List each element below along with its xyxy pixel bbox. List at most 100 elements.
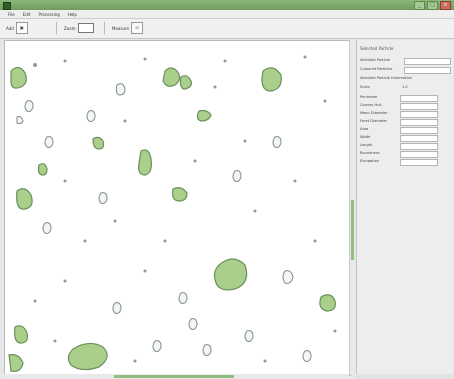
row-label: Mean Diameter (360, 111, 388, 115)
tool-group-measure: Measure ⊡ (112, 22, 143, 34)
particle (202, 344, 212, 356)
menu-bar: File Edit Processing Help (0, 10, 454, 19)
minimize-button[interactable]: _ (414, 1, 425, 10)
mean-diameter-field[interactable] (400, 111, 438, 118)
menu-processing[interactable]: Processing (38, 12, 59, 17)
panel-row: Area (360, 127, 438, 134)
dot (163, 239, 167, 243)
menu-edit[interactable]: Edit (23, 12, 31, 17)
particle (319, 294, 336, 312)
dot (83, 239, 87, 243)
row-label: Coloured Particles (360, 67, 393, 71)
roundness-field[interactable] (400, 151, 438, 158)
particle (213, 258, 248, 291)
close-button[interactable]: × (440, 1, 451, 10)
row-label: Roundness (360, 151, 380, 155)
convex-hull-field[interactable] (400, 103, 438, 110)
properties-panel: Selected Particle Selected Particle Colo… (356, 40, 453, 376)
particle (178, 292, 188, 304)
particle (112, 302, 122, 314)
zoom-field[interactable] (77, 23, 94, 33)
particle (44, 136, 54, 148)
dot (63, 59, 67, 63)
particle-image (8, 55, 337, 372)
dot (133, 359, 137, 363)
panel-row: Convex Hull (360, 103, 438, 110)
selected-particle-field[interactable] (404, 58, 451, 65)
particle (37, 163, 48, 176)
dot (323, 99, 327, 103)
panel-row: Selected Particle (360, 58, 451, 65)
window-controls: _ □ × (414, 1, 451, 10)
particle (67, 342, 108, 371)
row-label: Feret Diameter (360, 119, 388, 123)
feret-diameter-field[interactable] (400, 119, 438, 126)
menu-help[interactable]: Help (68, 12, 77, 17)
tool-group-zoom: Zoom (64, 22, 94, 34)
scale-value: 1.0 (402, 85, 408, 89)
dot (243, 139, 247, 143)
panel-heading: Selected Particle (360, 46, 394, 51)
measure-icon[interactable]: ⊡ (131, 22, 143, 34)
particle (24, 100, 34, 112)
dot (53, 339, 57, 343)
particle (16, 116, 24, 125)
particle (16, 188, 33, 210)
panel-row: Perimeter (360, 95, 438, 102)
row-label: Scale (360, 85, 370, 89)
panel-row: Mean Diameter (360, 111, 438, 118)
row-label: Selected Particle (360, 58, 390, 62)
elongation-field[interactable] (400, 159, 438, 166)
particle (152, 340, 162, 352)
perimeter-field[interactable] (400, 95, 438, 102)
dot (63, 179, 67, 183)
panel-row: Coloured Particles (360, 67, 451, 74)
particle (272, 136, 282, 148)
width-field[interactable] (400, 135, 438, 142)
particle-tool-icon[interactable]: ▣ (15, 22, 28, 34)
scroll-thumb[interactable] (351, 200, 354, 260)
vertical-scrollbar[interactable] (349, 40, 355, 374)
row-label: Perimeter (360, 95, 378, 99)
row-label: Width (360, 135, 371, 139)
coloured-particles-field[interactable] (404, 67, 451, 74)
dot (293, 179, 297, 183)
area-field[interactable] (400, 127, 438, 134)
particle (261, 67, 282, 92)
row-label: Area (360, 127, 369, 131)
image-canvas[interactable] (4, 40, 351, 376)
row-label: Length (360, 143, 373, 147)
status-bar (356, 374, 454, 379)
row-label: Convex Hull (360, 103, 382, 107)
dot (143, 57, 147, 61)
tool-add-label: Add (6, 25, 14, 31)
dot (303, 55, 307, 59)
particle (98, 192, 108, 204)
particle (232, 170, 242, 182)
panel-row: Scale 1.0 (360, 85, 408, 91)
panel-row: Roundness (360, 151, 438, 158)
particle (172, 187, 188, 202)
dot (123, 119, 127, 123)
dot (193, 159, 197, 163)
tool-group-add: Add ▣ (6, 22, 28, 34)
panel-row: Width (360, 135, 438, 142)
horizontal-scrollbar[interactable] (4, 374, 349, 379)
particle (188, 318, 198, 330)
particle (86, 110, 96, 122)
particle (196, 109, 212, 122)
dot (213, 85, 217, 89)
maximize-button[interactable]: □ (427, 1, 438, 10)
dot (33, 299, 37, 303)
dot (63, 279, 67, 283)
panel-row: Selected Particle Information (360, 76, 412, 82)
dot (333, 329, 337, 333)
length-field[interactable] (400, 143, 438, 150)
particle (244, 330, 254, 342)
particle (42, 222, 52, 234)
tool-zoom-label: Zoom (64, 25, 76, 31)
toolbar-divider (104, 22, 105, 34)
dot (263, 359, 267, 363)
scroll-thumb[interactable] (114, 375, 234, 378)
menu-file[interactable]: File (8, 12, 15, 17)
